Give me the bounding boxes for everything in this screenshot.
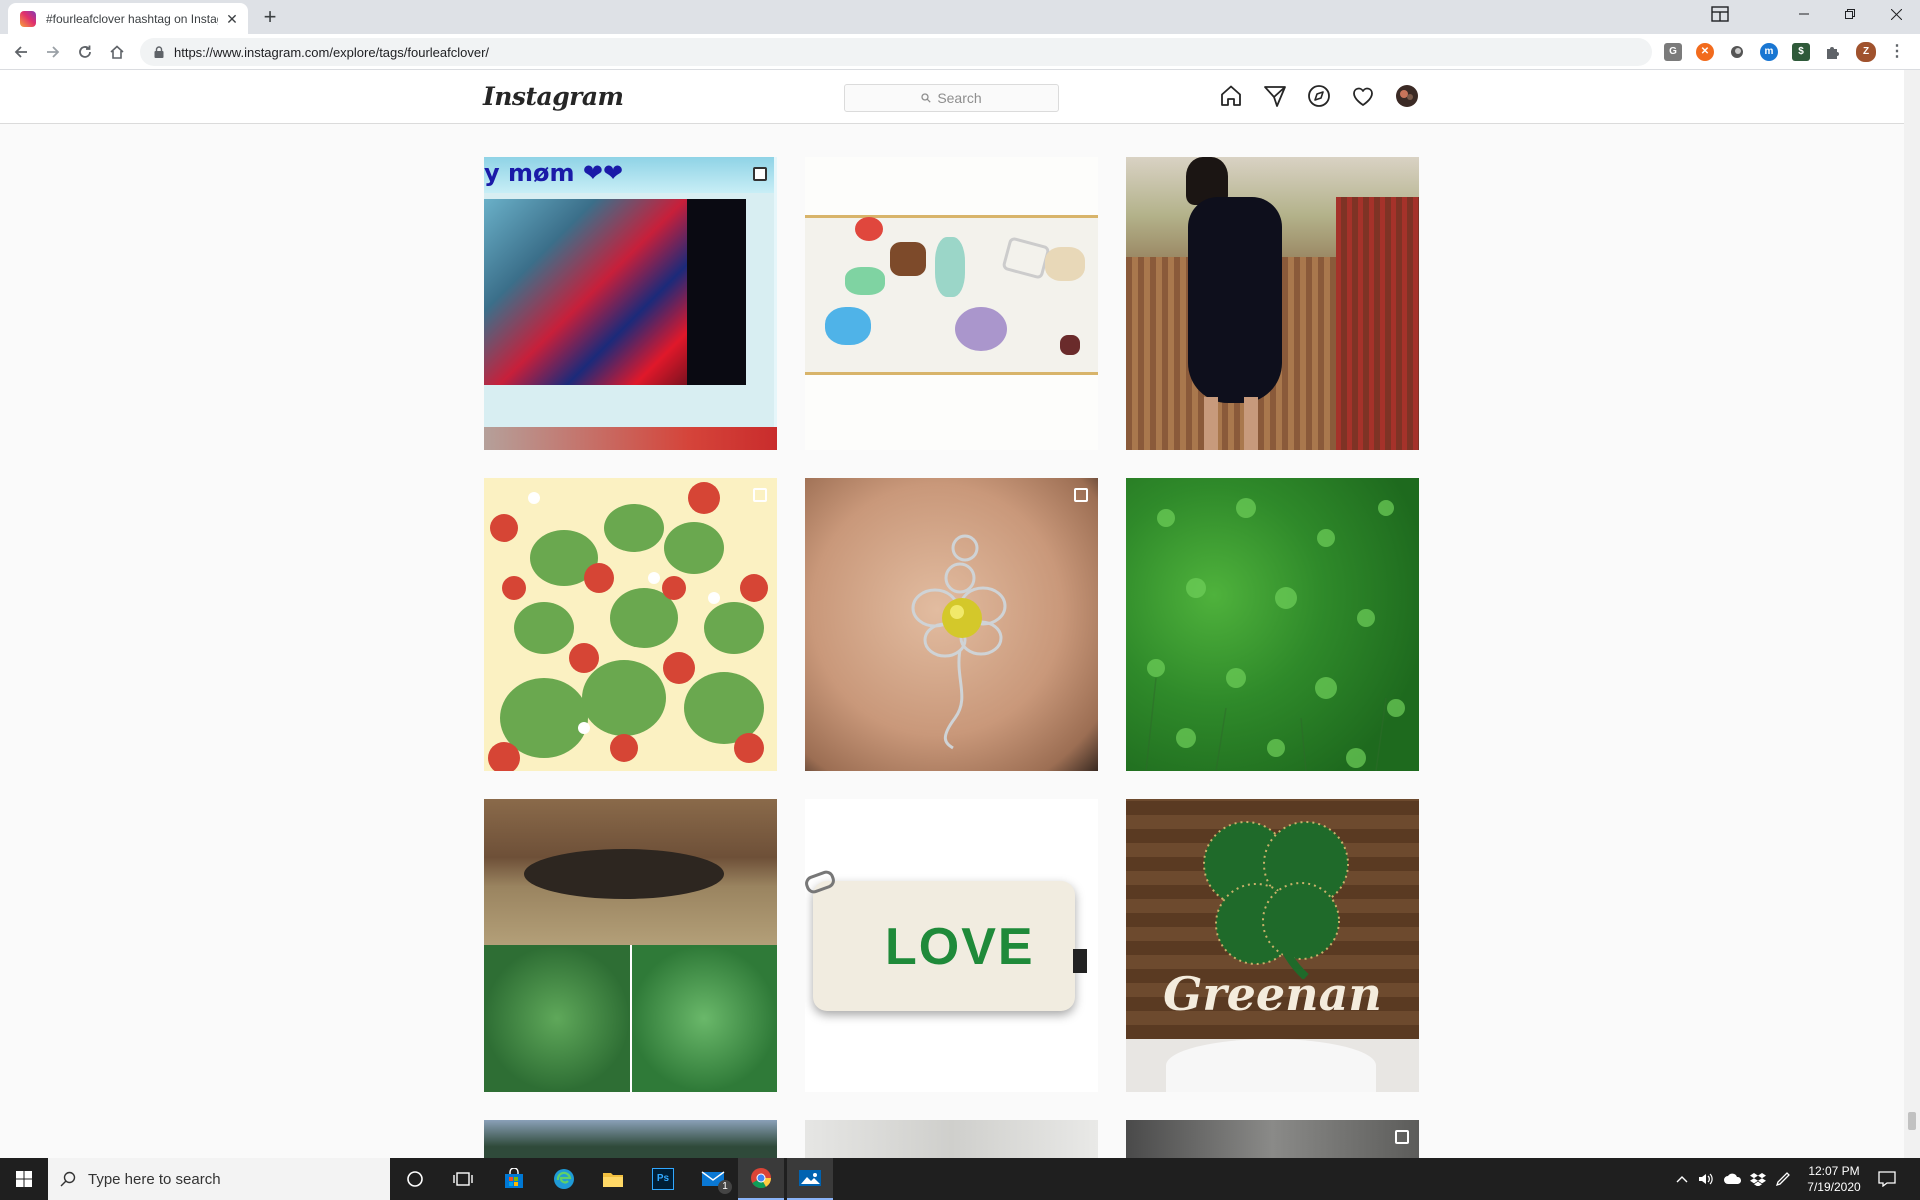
edge-browser-icon[interactable] [541, 1158, 587, 1200]
pen-ink-icon[interactable] [1775, 1158, 1791, 1200]
dropbox-icon[interactable] [1750, 1158, 1766, 1200]
windows-logo-icon [16, 1171, 32, 1187]
browser-tab[interactable]: #fourleafclover hashtag on Instag ✕ [8, 3, 248, 34]
browser-tab-strip: #fourleafclover hashtag on Instag ✕ + [0, 0, 1920, 34]
lock-icon [154, 46, 164, 58]
clover-field-art [1145, 498, 1405, 771]
notifications-icon[interactable] [1878, 1158, 1896, 1200]
extension-green-icon[interactable]: $ [1792, 43, 1810, 61]
post-tile-woman-porch[interactable] [1126, 157, 1419, 450]
pouch-love-text: LOVE [885, 918, 1035, 976]
clock-time: 12:07 PM [1808, 1164, 1860, 1178]
show-hidden-icons[interactable] [1676, 1158, 1688, 1200]
search-placeholder: Search [937, 90, 982, 106]
grid-row-1: y møm ❤❤ [484, 157, 1420, 450]
taskbar-search-box[interactable]: Type here to search [48, 1158, 390, 1200]
search-icon [921, 90, 931, 106]
onedrive-icon[interactable] [1723, 1158, 1743, 1200]
windows-taskbar: Type here to search Ps 1 12:07 PM 7/19/2… [0, 1158, 1920, 1200]
direct-messages-icon[interactable] [1263, 84, 1287, 108]
reload-button[interactable] [72, 39, 98, 65]
instagram-favicon-icon [20, 10, 36, 27]
restore-button[interactable] [1828, 0, 1872, 28]
minimize-button[interactable] [1782, 0, 1826, 28]
instagram-search-input[interactable]: Search [844, 84, 1059, 112]
post-tile-video-mom[interactable]: y møm ❤❤ [484, 157, 777, 450]
volume-icon[interactable] [1698, 1158, 1714, 1200]
post-tile[interactable] [484, 1120, 777, 1158]
close-window-button[interactable] [1874, 0, 1918, 28]
post-tile[interactable] [1126, 1120, 1419, 1158]
hashtag-post-grid: y møm ❤❤ LOVE Greenan [0, 124, 1904, 1158]
chrome-menu-icon[interactable]: ⋮ [1888, 43, 1906, 61]
multi-post-badge-icon [1395, 1130, 1409, 1144]
post-tile-strawberry-pattern[interactable] [484, 478, 777, 771]
extension-blue-icon[interactable]: m [1760, 43, 1778, 61]
page-scrollbar[interactable] [1904, 70, 1920, 1158]
grid-row-3: LOVE Greenan [484, 799, 1420, 1092]
profile-avatar[interactable] [1395, 84, 1419, 108]
tab-search-icon[interactable] [1698, 0, 1742, 28]
scrollbar-thumb[interactable] [1908, 1112, 1916, 1130]
mail-unread-badge: 1 [718, 1180, 732, 1194]
photos-app-icon[interactable] [787, 1158, 833, 1200]
extension-orange-icon[interactable]: ✕ [1696, 43, 1714, 61]
home-button[interactable] [104, 39, 130, 65]
url-text: https://www.instagram.com/explore/tags/f… [174, 44, 490, 60]
start-button[interactable] [0, 1158, 48, 1200]
instagram-header: Instagram Search [0, 70, 1904, 124]
tab-close-icon[interactable]: ✕ [224, 11, 240, 27]
back-button[interactable] [8, 39, 34, 65]
post-tile-clover-field[interactable] [1126, 478, 1419, 771]
tab-title: #fourleafclover hashtag on Instag [46, 11, 218, 26]
multi-post-badge-icon [1074, 488, 1088, 502]
task-view-icon[interactable] [440, 1158, 486, 1200]
post-tile-love-pouch[interactable]: LOVE [805, 799, 1098, 1092]
post-tile[interactable] [805, 1120, 1098, 1158]
strawberry-pattern-art [488, 482, 768, 771]
new-tab-button[interactable]: + [258, 6, 282, 30]
extension-circle-icon[interactable] [1728, 43, 1746, 61]
grid-row-partial-bottom [484, 1120, 1420, 1158]
extensions-puzzle-icon[interactable] [1824, 43, 1842, 61]
address-bar[interactable]: https://www.instagram.com/explore/tags/f… [140, 38, 1652, 66]
post-tile-nest-and-clover[interactable] [484, 799, 777, 1092]
profile-avatar-icon[interactable]: Z [1856, 42, 1876, 62]
post-tile-resin-jewelry[interactable] [805, 157, 1098, 450]
home-icon[interactable] [1219, 84, 1243, 108]
sign-greenan-text: Greenan [1163, 967, 1382, 1021]
cortana-icon[interactable] [392, 1158, 438, 1200]
activity-heart-icon[interactable] [1351, 84, 1375, 108]
clock-date: 7/19/2020 [1807, 1180, 1861, 1194]
post-tile-greenan-sign[interactable]: Greenan [1126, 799, 1419, 1092]
microsoft-store-icon[interactable] [491, 1158, 537, 1200]
mail-icon[interactable]: 1 [690, 1158, 736, 1200]
taskbar-clock[interactable]: 12:07 PM 7/19/2020 [1795, 1163, 1873, 1195]
post-tile-wire-flower-pendant[interactable] [805, 478, 1098, 771]
chrome-taskbar-icon[interactable] [738, 1158, 784, 1200]
taskbar-search-placeholder: Type here to search [88, 1170, 221, 1188]
search-icon [60, 1171, 76, 1187]
multi-post-badge-icon [753, 488, 767, 502]
file-explorer-icon[interactable] [590, 1158, 636, 1200]
photoshop-icon[interactable]: Ps [640, 1158, 686, 1200]
shamrock-icon [1203, 821, 1349, 979]
grid-row-2 [484, 478, 1420, 771]
instagram-logo[interactable]: Instagram [483, 82, 624, 111]
wire-flower-art [911, 534, 1007, 750]
extension-g-icon[interactable]: G [1664, 43, 1682, 61]
video-badge-icon [753, 167, 767, 181]
browser-toolbar: https://www.instagram.com/explore/tags/f… [0, 34, 1920, 70]
forward-button[interactable] [40, 39, 66, 65]
post-overlay-text: y møm ❤❤ [484, 159, 624, 187]
explore-compass-icon[interactable] [1307, 84, 1331, 108]
